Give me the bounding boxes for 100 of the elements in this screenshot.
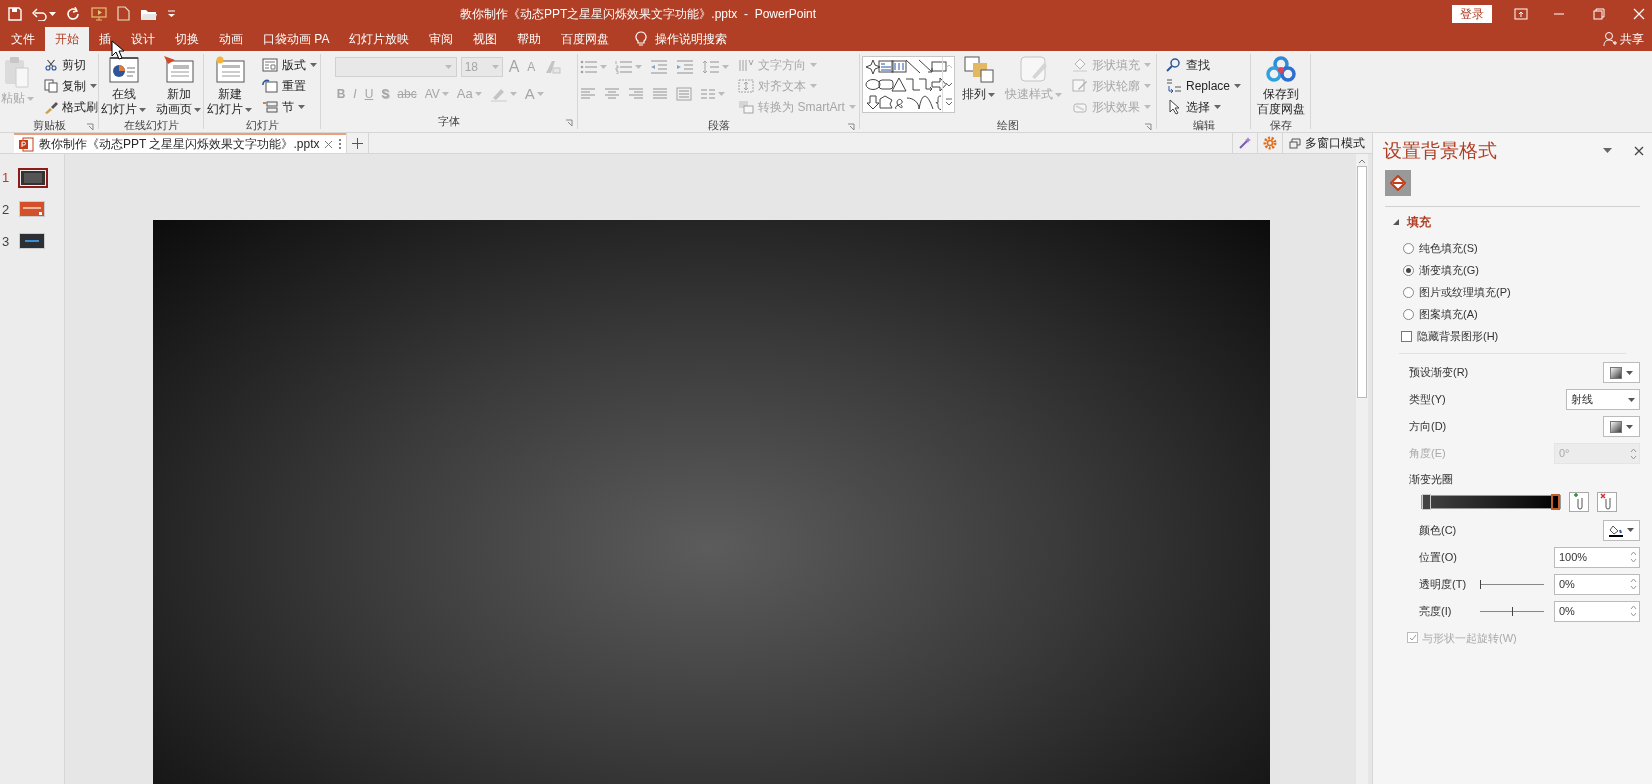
ribbon-command[interactable]: 选择 xyxy=(1163,96,1224,117)
spin-field[interactable]: 0% xyxy=(1554,600,1640,622)
caret-icon xyxy=(194,107,201,112)
caret-icon xyxy=(1628,397,1635,402)
login-button[interactable]: 登录 xyxy=(1452,4,1492,23)
section-header[interactable]: 填充 xyxy=(1407,213,1431,231)
freeform-icon[interactable] xyxy=(878,95,895,110)
dialog-launcher-icon[interactable] xyxy=(847,123,855,131)
ribbon-command[interactable]: 复制 xyxy=(40,75,100,96)
pane-options-icon[interactable] xyxy=(1603,148,1612,154)
gradient-stop[interactable] xyxy=(1422,493,1431,510)
ribbon-tab[interactable]: 插 xyxy=(89,27,121,51)
down-arrow-icon[interactable] xyxy=(865,95,881,110)
remove-stop-icon[interactable] xyxy=(1597,491,1617,512)
add-tab-icon[interactable] xyxy=(352,137,364,149)
ribbon-tab[interactable]: 幻灯片放映 xyxy=(339,27,420,51)
text-direction-icon xyxy=(738,57,755,72)
slide-canvas[interactable] xyxy=(153,220,1270,784)
star-icon[interactable] xyxy=(865,59,881,74)
tell-me-search[interactable]: 操作说明搜索 xyxy=(655,30,728,48)
magic-wand-icon[interactable] xyxy=(1238,136,1252,150)
caret-icon xyxy=(509,92,517,96)
spin-field[interactable]: 0% xyxy=(1554,573,1640,595)
ribbon-command[interactable]: 格式刷 xyxy=(40,96,101,117)
radio-button[interactable] xyxy=(1403,308,1414,320)
gradient-dropdown[interactable] xyxy=(1603,416,1640,437)
close-icon[interactable] xyxy=(1634,146,1644,156)
ribbon-large-button[interactable]: 排列 xyxy=(959,54,998,102)
block-arrow-icon[interactable] xyxy=(930,77,947,92)
more-icon[interactable] xyxy=(338,138,343,150)
vertical-text-box-icon[interactable] xyxy=(891,59,908,74)
slide-thumbnail[interactable] xyxy=(18,168,48,188)
ribbon-tab[interactable]: 百度网盘 xyxy=(551,27,620,51)
radio-button[interactable] xyxy=(1403,264,1414,276)
ribbon-large-button[interactable]: 新加 动画页 xyxy=(153,54,204,117)
oval-icon[interactable] xyxy=(865,77,881,92)
gradient-stop[interactable] xyxy=(1551,493,1560,510)
expanded-icon[interactable] xyxy=(1393,219,1399,225)
ribbon-tab[interactable]: 口袋动画 PA xyxy=(253,27,340,51)
vertical-scrollbar[interactable] xyxy=(1356,154,1368,784)
radio-button[interactable] xyxy=(1403,286,1414,298)
ribbon-tab[interactable]: 视图 xyxy=(463,27,508,51)
fill-tab[interactable] xyxy=(1385,170,1411,196)
gear-icon[interactable] xyxy=(1263,136,1277,150)
arrow-line-icon[interactable] xyxy=(917,59,934,74)
ribbon-display-icon[interactable] xyxy=(1514,7,1528,20)
elbow-arrow-icon[interactable] xyxy=(917,77,934,92)
slide-number: 3 xyxy=(2,233,10,251)
setting-label: 颜色(C) xyxy=(1419,522,1457,538)
rounded-rectangle-icon[interactable] xyxy=(878,77,895,92)
redo-icon[interactable] xyxy=(66,6,81,21)
ribbon-command[interactable]: 查找 xyxy=(1163,54,1213,75)
type-dropdown[interactable]: 射线 xyxy=(1566,389,1640,410)
save-icon[interactable] xyxy=(8,6,22,21)
ribbon-command[interactable]: 剪切 xyxy=(40,54,89,75)
ribbon-command[interactable]: 版式 xyxy=(259,54,320,75)
line-icon[interactable] xyxy=(904,59,921,74)
arc-icon[interactable] xyxy=(904,95,921,110)
windows-icon xyxy=(1289,137,1301,149)
color-picker-button[interactable] xyxy=(1603,519,1640,541)
scrollbar-thumb[interactable] xyxy=(1357,166,1367,398)
ribbon-tab[interactable]: 帮助 xyxy=(507,27,552,51)
ribbon-tab[interactable]: 文件 xyxy=(1,27,45,51)
dialog-launcher-icon[interactable] xyxy=(86,123,94,131)
dialog-launcher-icon[interactable] xyxy=(565,119,573,127)
ribbon-command[interactable]: 节 xyxy=(259,96,308,117)
checkbox[interactable] xyxy=(1401,330,1412,342)
customize-icon[interactable] xyxy=(167,9,176,18)
add-stop-icon[interactable] xyxy=(1569,491,1589,512)
text-box-icon[interactable] xyxy=(878,59,895,74)
curve-icon[interactable] xyxy=(917,95,934,110)
ribbon-command[interactable]: 重置 xyxy=(259,75,309,96)
ribbon-tab[interactable]: 动画 xyxy=(209,27,253,51)
slide-arrow-icon xyxy=(162,55,195,85)
setting-label: 透明度(T) xyxy=(1419,576,1467,592)
close-icon[interactable] xyxy=(324,139,334,149)
ribbon-large-button[interactable]: 在线 幻灯片 xyxy=(98,54,149,117)
radio-button[interactable] xyxy=(1403,242,1414,254)
ribbon-large-button[interactable]: 保存到 百度网盘 xyxy=(1253,54,1308,117)
triangle-icon[interactable] xyxy=(891,77,908,92)
ribbon-tab[interactable]: 开始 xyxy=(45,27,89,51)
ribbon-tab[interactable]: 设计 xyxy=(121,27,165,51)
rectangle-icon[interactable] xyxy=(930,59,947,74)
ribbon-command[interactable]: Replace xyxy=(1163,75,1244,96)
spin-field[interactable]: 100% xyxy=(1554,546,1640,568)
gradient-dropdown[interactable] xyxy=(1603,362,1640,383)
ribbon-tab[interactable]: 切换 xyxy=(165,27,209,51)
caret-icon xyxy=(1055,92,1062,97)
gradient-bar[interactable] xyxy=(1421,494,1561,509)
new-file-icon[interactable] xyxy=(117,6,130,21)
restore-icon[interactable] xyxy=(1593,7,1605,20)
ribbon-tab[interactable]: 审阅 xyxy=(419,27,464,51)
shapes-gallery[interactable] xyxy=(862,56,955,113)
ribbon-large-button[interactable]: 新建 幻灯片 xyxy=(204,54,255,117)
dialog-launcher-icon[interactable] xyxy=(1144,123,1152,131)
share-button[interactable]: 共享 xyxy=(1603,27,1644,51)
presentation-icon[interactable] xyxy=(91,6,107,21)
undo-icon[interactable] xyxy=(32,6,47,21)
document-tab[interactable]: 教你制作《动态PPT 之星星闪烁效果文字功能》.pptx xyxy=(14,133,347,153)
caret-icon xyxy=(1144,104,1151,109)
